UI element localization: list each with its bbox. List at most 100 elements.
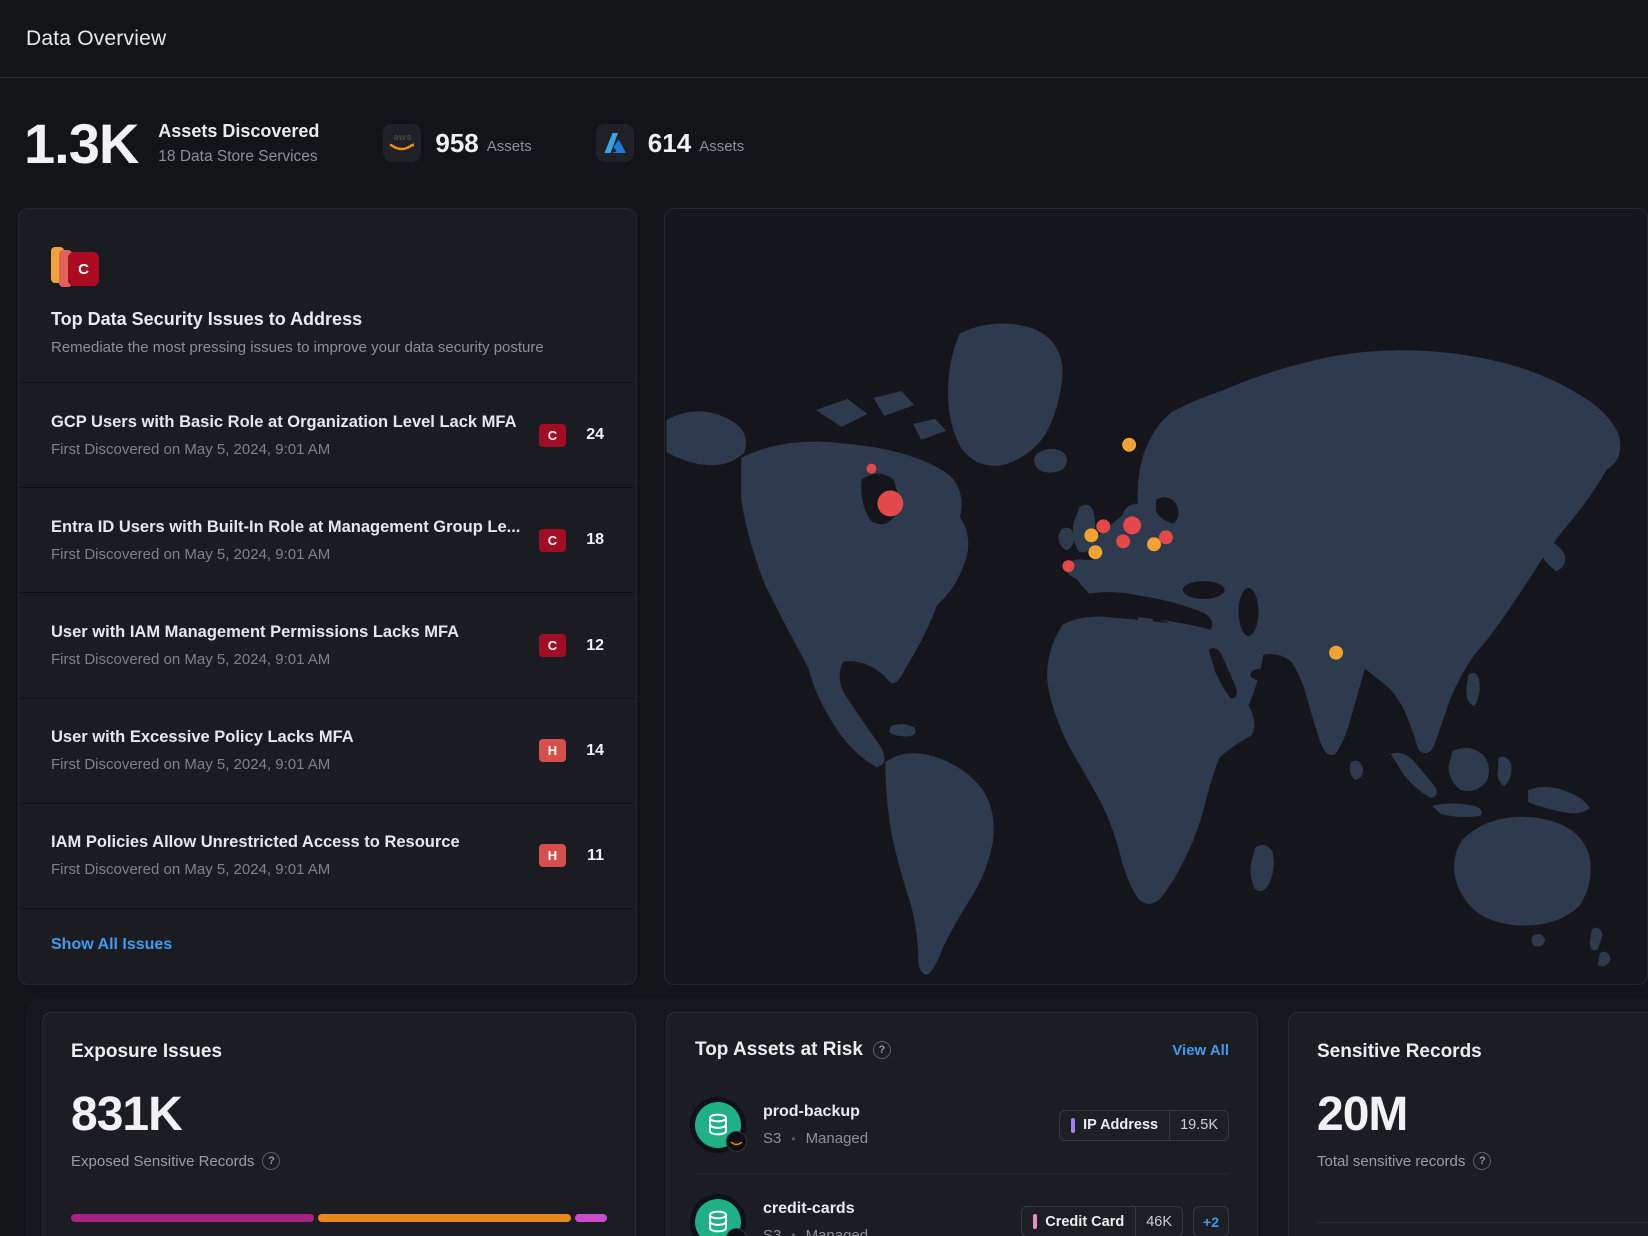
azure-assets-unit: Assets (699, 138, 744, 155)
world-map (665, 209, 1647, 984)
issue-discovered: First Discovered on May 5, 2024, 9:01 AM (51, 546, 520, 563)
sensitive-data-tag: Credit Card 46K (1021, 1206, 1183, 1236)
risk-location-dot[interactable] (1088, 545, 1102, 559)
severity-badge: C (539, 424, 566, 447)
help-icon[interactable]: ? (262, 1152, 280, 1170)
exposure-bar-segment (318, 1214, 571, 1222)
risk-location-dot[interactable] (1116, 534, 1130, 548)
exposure-bar-segment (71, 1214, 314, 1222)
risk-location-dot[interactable] (1096, 519, 1110, 533)
top-security-issues-card: C Top Data Security Issues to Address Re… (18, 208, 637, 985)
asset-name: credit-cards (763, 1200, 868, 1218)
sensitive-records-label: Total sensitive records (1317, 1153, 1465, 1170)
tag-count: 19.5K (1169, 1111, 1228, 1140)
aws-provider-badge-icon (726, 1228, 747, 1236)
issue-discovered: First Discovered on May 5, 2024, 9:01 AM (51, 756, 354, 773)
severity-stack-icon: C (51, 245, 101, 289)
sensitive-records-card: Sensitive Records 20M Total sensitive re… (1288, 1012, 1648, 1236)
issue-count: 14 (582, 742, 604, 760)
dot-separator: • (791, 1228, 795, 1236)
severity-badge: C (539, 634, 566, 657)
exposed-records-label: Exposed Sensitive Records (71, 1153, 254, 1170)
issue-title: User with IAM Management Permissions Lac… (51, 623, 459, 642)
aws-icon: aws (383, 124, 421, 162)
tag-label: Credit Card (1045, 1214, 1124, 1230)
aws-provider-badge-icon (726, 1131, 747, 1152)
issue-row[interactable]: User with IAM Management Permissions Lac… (19, 592, 636, 697)
issue-discovered: First Discovered on May 5, 2024, 9:01 AM (51, 651, 459, 668)
stats-strip: 1.3K Assets Discovered 18 Data Store Ser… (0, 78, 1648, 208)
dot-separator: • (791, 1132, 795, 1146)
top-bar: Data Overview (0, 0, 1648, 78)
azure-assets-stat: 614 Assets (596, 124, 744, 162)
help-icon[interactable]: ? (1473, 1152, 1491, 1170)
issue-title: GCP Users with Basic Role at Organizatio… (51, 413, 517, 432)
page-title: Data Overview (26, 27, 166, 51)
risk-location-dot[interactable] (1147, 537, 1161, 551)
issue-count: 11 (582, 847, 604, 865)
tag-label: IP Address (1083, 1117, 1158, 1133)
aws-assets-count: 958 (435, 128, 478, 159)
asset-status: Managed (806, 1227, 869, 1236)
azure-icon (596, 124, 634, 162)
data-store-services-label: 18 Data Store Services (158, 148, 319, 166)
risk-location-dot[interactable] (1122, 438, 1136, 452)
tag-count: 46K (1135, 1207, 1182, 1236)
issue-row[interactable]: GCP Users with Basic Role at Organizatio… (19, 382, 636, 487)
issue-row[interactable]: User with Excessive Policy Lacks MFA Fir… (19, 698, 636, 803)
severity-badge: H (539, 844, 566, 867)
issues-list: GCP Users with Basic Role at Organizatio… (19, 382, 636, 908)
assets-card-title: Top Assets at Risk (695, 1039, 863, 1061)
azure-assets-count: 614 (648, 128, 691, 159)
bottom-panel: Exposure Issues 831K Exposed Sensitive R… (26, 999, 1648, 1236)
world-map-card (664, 208, 1648, 985)
view-all-link[interactable]: View All (1172, 1042, 1229, 1059)
issue-discovered: First Discovered on May 5, 2024, 9:01 AM (51, 441, 517, 458)
issue-row[interactable]: Entra ID Users with Built-In Role at Man… (19, 487, 636, 592)
risk-location-dot[interactable] (1084, 528, 1098, 542)
show-all-issues-link[interactable]: Show All Issues (51, 936, 172, 953)
issues-card-subtitle: Remediate the most pressing issues to im… (51, 339, 604, 356)
risk-location-dot[interactable] (1123, 516, 1141, 534)
aws-assets-unit: Assets (487, 138, 532, 155)
issue-title: IAM Policies Allow Unrestricted Access t… (51, 833, 460, 852)
issue-count: 12 (582, 637, 604, 655)
sensitive-records-value: 20M (1317, 1087, 1648, 1142)
issues-card-title: Top Data Security Issues to Address (51, 309, 604, 330)
sensitive-data-tag: IP Address 19.5K (1059, 1110, 1229, 1141)
issue-count: 24 (582, 426, 604, 444)
asset-row[interactable]: credit-cards S3 • Managed Credit Card (695, 1173, 1229, 1236)
issue-title: Entra ID Users with Built-In Role at Man… (51, 518, 520, 537)
divider (1317, 1222, 1648, 1223)
exposure-segment-bar (71, 1214, 607, 1222)
risk-location-dot[interactable] (1062, 560, 1074, 572)
aws-assets-stat: aws 958 Assets (383, 124, 531, 162)
asset-service: S3 (763, 1130, 781, 1147)
asset-status: Managed (806, 1130, 869, 1147)
risk-location-dot[interactable] (1159, 530, 1173, 544)
exposure-bar-segment (575, 1214, 607, 1222)
severity-badge: H (539, 739, 566, 762)
asset-name: prod-backup (763, 1103, 868, 1121)
assets-discovered-value: 1.3K (24, 111, 138, 176)
s3-bucket-icon (695, 1199, 741, 1236)
issue-discovered: First Discovered on May 5, 2024, 9:01 AM (51, 861, 460, 878)
exposed-records-value: 831K (71, 1087, 607, 1142)
asset-service: S3 (763, 1227, 781, 1236)
top-assets-card: Top Assets at Risk ? View All (666, 1012, 1258, 1236)
issue-row[interactable]: IAM Policies Allow Unrestricted Access t… (19, 803, 636, 908)
asset-row[interactable]: prod-backup S3 • Managed IP Address (695, 1077, 1229, 1173)
exposure-card-title: Exposure Issues (71, 1041, 607, 1063)
help-icon[interactable]: ? (873, 1041, 891, 1059)
issue-title: User with Excessive Policy Lacks MFA (51, 728, 354, 747)
severity-badge: C (539, 529, 566, 552)
risk-location-dot[interactable] (1329, 646, 1343, 660)
s3-bucket-icon (695, 1102, 741, 1148)
risk-location-dot[interactable] (866, 464, 876, 474)
assets-discovered-label: Assets Discovered (158, 121, 319, 142)
issue-count: 18 (582, 531, 604, 549)
risk-location-dot[interactable] (877, 491, 903, 517)
asset-list: prod-backup S3 • Managed IP Address (695, 1077, 1229, 1236)
more-tags-chip[interactable]: +2 (1193, 1206, 1229, 1236)
exposure-issues-card: Exposure Issues 831K Exposed Sensitive R… (42, 1012, 636, 1236)
